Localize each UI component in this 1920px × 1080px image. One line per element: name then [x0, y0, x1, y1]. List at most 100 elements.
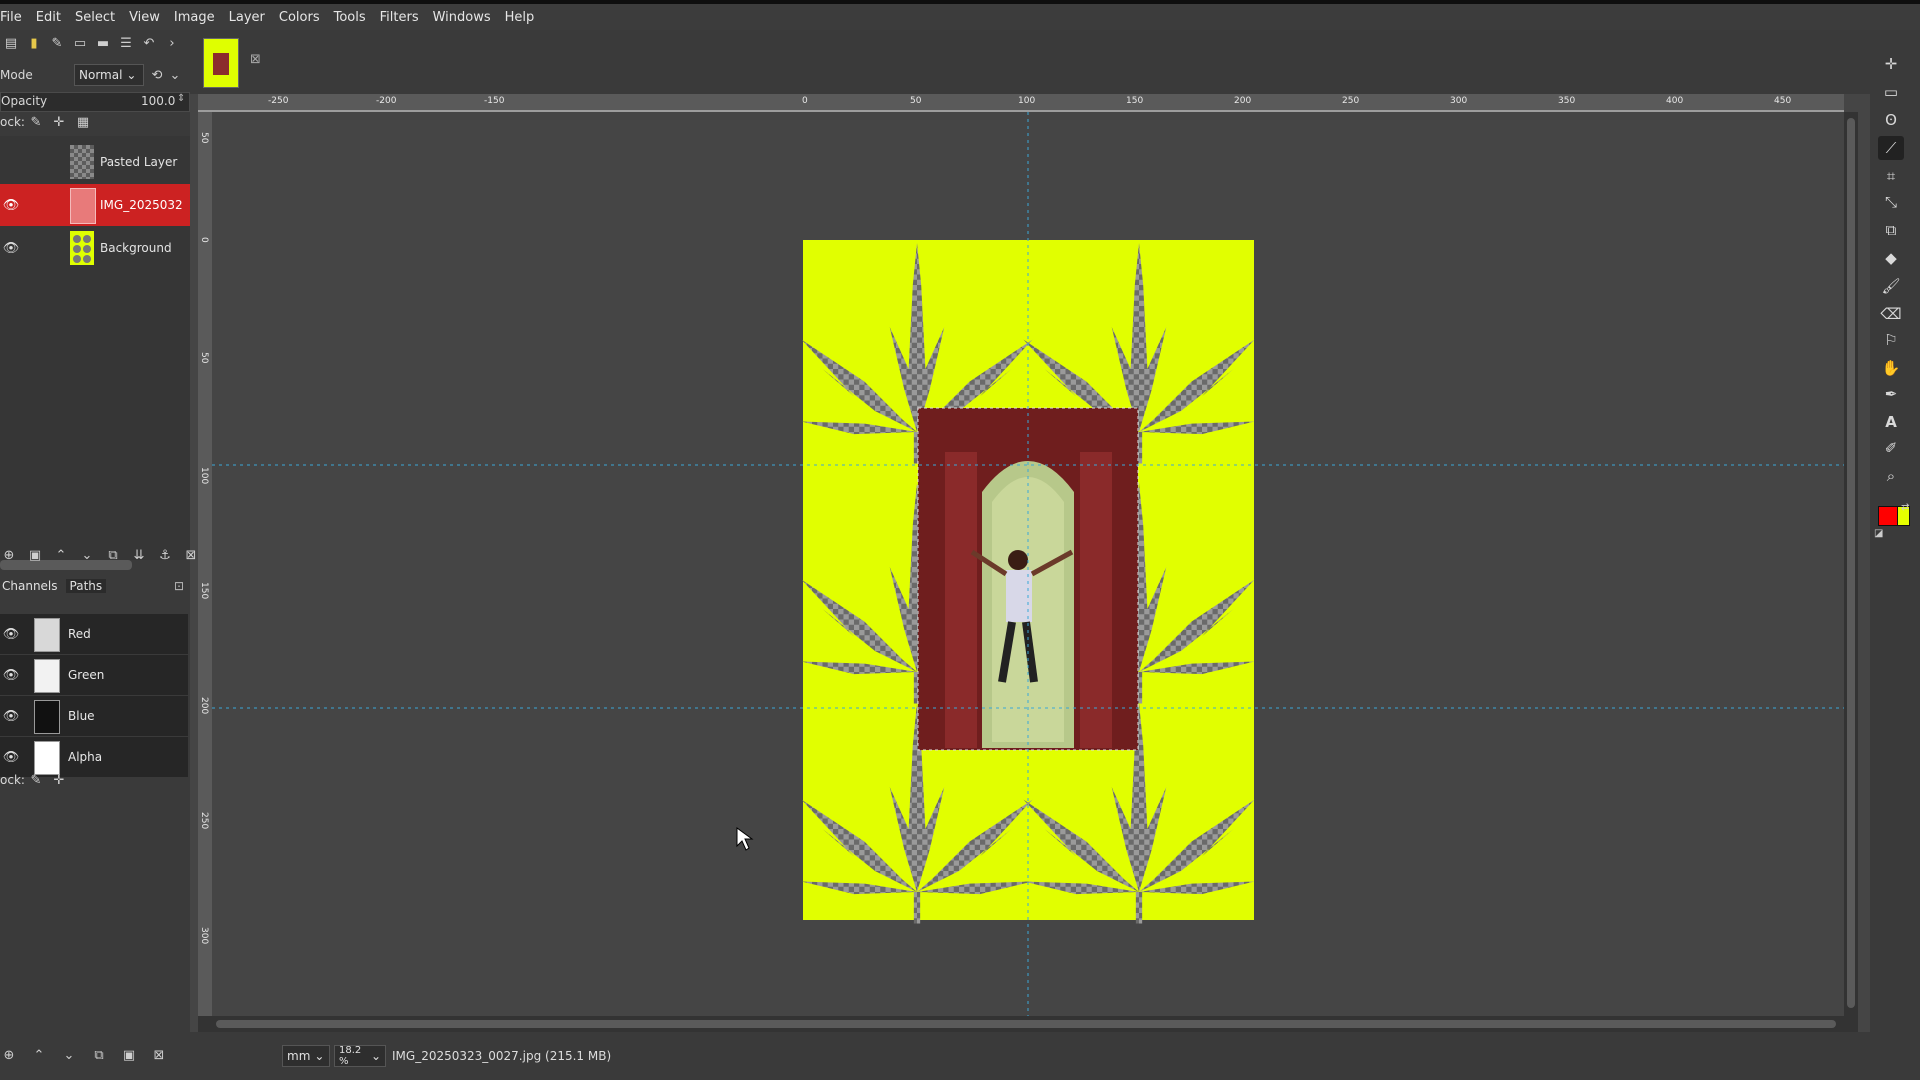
brushes-tab-icon[interactable]: ▮ [25, 34, 43, 52]
eraser-icon[interactable]: ⌫ [1878, 302, 1904, 326]
vertical-scrollbar[interactable] [1844, 112, 1858, 1016]
horizontal-ruler[interactable]: -250 -200 -150 0 50 100 150 200 250 300 … [198, 94, 1844, 113]
lock-label: ock: [0, 773, 25, 787]
layer-row[interactable]: 👁 Background [0, 227, 190, 269]
lock-pixels-icon[interactable]: ✎ [27, 771, 45, 789]
delete-channel-icon[interactable]: ⊠ [150, 1046, 168, 1064]
image-tab-thumbnail[interactable] [203, 38, 239, 88]
lock-position-icon[interactable]: ✛ [50, 113, 68, 131]
tool-options-tab-icon[interactable]: ▤ [2, 34, 20, 52]
ruler-tick: 250 [199, 812, 209, 830]
channel-thumbnail [34, 700, 60, 734]
paths-tool-icon[interactable]: ✒ [1878, 382, 1904, 406]
gradients-tab-icon[interactable]: ▬ [94, 34, 112, 52]
zoom-icon[interactable]: ⌕ [1878, 464, 1904, 488]
image-canvas[interactable] [212, 112, 1844, 1016]
layer-row[interactable]: Pasted Layer [0, 141, 190, 183]
transform-tool-icon[interactable]: ⤡ [1878, 190, 1904, 214]
bucket-fill-icon[interactable]: ◆ [1878, 246, 1904, 270]
channel-to-selection-icon[interactable]: ▣ [120, 1046, 138, 1064]
rect-select-tool-icon[interactable]: ▭ [1878, 80, 1904, 104]
channel-row[interactable]: 👁 Red [0, 614, 188, 654]
channel-name: Red [68, 627, 91, 641]
chevron-right-icon[interactable]: › [163, 34, 181, 52]
menu-layer[interactable]: Layer [222, 10, 272, 25]
menu-colors[interactable]: Colors [272, 10, 327, 25]
tab-paths[interactable]: Paths [65, 579, 107, 593]
menu-view[interactable]: View [122, 10, 167, 25]
zoom-dropdown[interactable]: 18.2 % ⌄ [334, 1045, 386, 1067]
close-icon[interactable]: ⊠ [250, 52, 261, 67]
menu-filters[interactable]: Filters [373, 10, 426, 25]
color-picker-icon[interactable]: ✐ [1878, 436, 1904, 460]
menu-windows[interactable]: Windows [426, 10, 498, 25]
new-group-icon[interactable]: ▣ [26, 546, 44, 564]
eye-icon[interactable]: 👁 [0, 668, 22, 683]
photo-layer [917, 407, 1139, 751]
menu-select[interactable]: Select [68, 10, 122, 25]
configure-tab-icon[interactable]: ⊡ [174, 579, 184, 593]
merge-layer-icon[interactable]: ⇊ [130, 546, 148, 564]
raise-layer-icon[interactable]: ⌃ [52, 546, 70, 564]
opacity-slider[interactable]: Opacity 100.0 ⇕ [0, 92, 190, 112]
lock-position-icon[interactable]: ✛ [50, 771, 68, 789]
menu-image[interactable]: Image [167, 10, 222, 25]
layer-actions: ⊕ ▣ ⌃ ⌄ ⧉ ⇊ ⚓ ⊠ [0, 546, 200, 564]
foreground-color-swatch[interactable] [1878, 506, 1898, 526]
ruler-ticks [198, 110, 1844, 112]
eye-icon[interactable]: 👁 [0, 709, 22, 724]
new-layer-icon[interactable]: ⊕ [0, 546, 18, 564]
menu-tools[interactable]: Tools [327, 10, 373, 25]
eye-icon[interactable]: 👁 [0, 750, 22, 765]
move-tool-icon[interactable]: ✛ [1878, 52, 1904, 76]
layers-tab-icon[interactable]: ☰ [117, 34, 135, 52]
channel-name: Blue [68, 709, 95, 723]
raise-channel-icon[interactable]: ⌃ [30, 1046, 48, 1064]
unit-dropdown[interactable]: mm ⌄ [282, 1045, 330, 1067]
eye-icon[interactable]: 👁 [0, 241, 22, 256]
crop-icon[interactable]: ⌗ [1878, 164, 1904, 188]
menu-edit[interactable]: Edit [29, 10, 68, 25]
dock-tab-icons: ▤ ▮ ✎ ▭ ▬ ☰ ↶ › ⊡ [2, 34, 204, 52]
text-tool-icon[interactable]: A [1878, 410, 1904, 434]
mode-dropdown[interactable]: Normal ⌄ [74, 64, 144, 86]
layer-thumbnail [70, 231, 94, 265]
undo-tab-icon[interactable]: ↶ [140, 34, 158, 52]
lower-layer-icon[interactable]: ⌄ [78, 546, 96, 564]
swap-colors-icon[interactable]: ⇄ [1901, 502, 1909, 513]
eye-icon[interactable]: 👁 [0, 198, 22, 213]
pencil-tab-icon[interactable]: ✎ [48, 34, 66, 52]
lock-pixels-icon[interactable]: ✎ [27, 113, 45, 131]
layer-row-selected[interactable]: 👁 IMG_2025032 [0, 184, 190, 226]
unit-value: mm [287, 1049, 311, 1063]
new-channel-icon[interactable]: ⊕ [0, 1046, 18, 1064]
menu-file[interactable]: File [0, 10, 29, 25]
channel-row[interactable]: 👁 Green [0, 655, 188, 695]
channel-row[interactable]: 👁 Blue [0, 696, 188, 736]
paintbrush-icon[interactable]: 🖌 [1878, 274, 1904, 298]
clone-tool-icon[interactable]: ⚐ [1878, 328, 1904, 352]
reset-colors-icon[interactable]: ◪ [1874, 528, 1883, 539]
tab-channels[interactable]: Channels [2, 579, 58, 593]
chevron-down-icon[interactable]: ⌄ [166, 66, 184, 84]
eye-icon[interactable]: 👁 [0, 627, 22, 642]
spin-arrows-icon[interactable]: ⇕ [177, 93, 185, 104]
horizontal-scrollbar[interactable] [198, 1016, 1858, 1032]
lock-alpha-icon[interactable]: ▦ [74, 113, 92, 131]
mouse-cursor-icon [736, 827, 754, 851]
vertical-ruler[interactable]: 50 0 50 100 150 200 250 300 [198, 112, 212, 1016]
fuzzy-select-tool-icon[interactable]: ⟋ [1878, 136, 1904, 160]
patterns-tab-icon[interactable]: ▭ [71, 34, 89, 52]
duplicate-layer-icon[interactable]: ⧉ [104, 546, 122, 564]
warp-tool-icon[interactable]: ⧉ [1878, 218, 1904, 242]
chevron-down-icon: ⌄ [370, 1049, 381, 1063]
menu-help[interactable]: Help [498, 10, 542, 25]
switch-mode-icon[interactable]: ⟲ [148, 66, 166, 84]
duplicate-channel-icon[interactable]: ⧉ [90, 1046, 108, 1064]
layer-name: Pasted Layer [100, 155, 178, 169]
lower-channel-icon[interactable]: ⌄ [60, 1046, 78, 1064]
channel-name: Green [68, 668, 105, 682]
lasso-icon[interactable]: ʘ [1878, 108, 1904, 132]
smudge-tool-icon[interactable]: ✋ [1878, 356, 1904, 380]
anchor-icon[interactable]: ⚓ [156, 546, 174, 564]
